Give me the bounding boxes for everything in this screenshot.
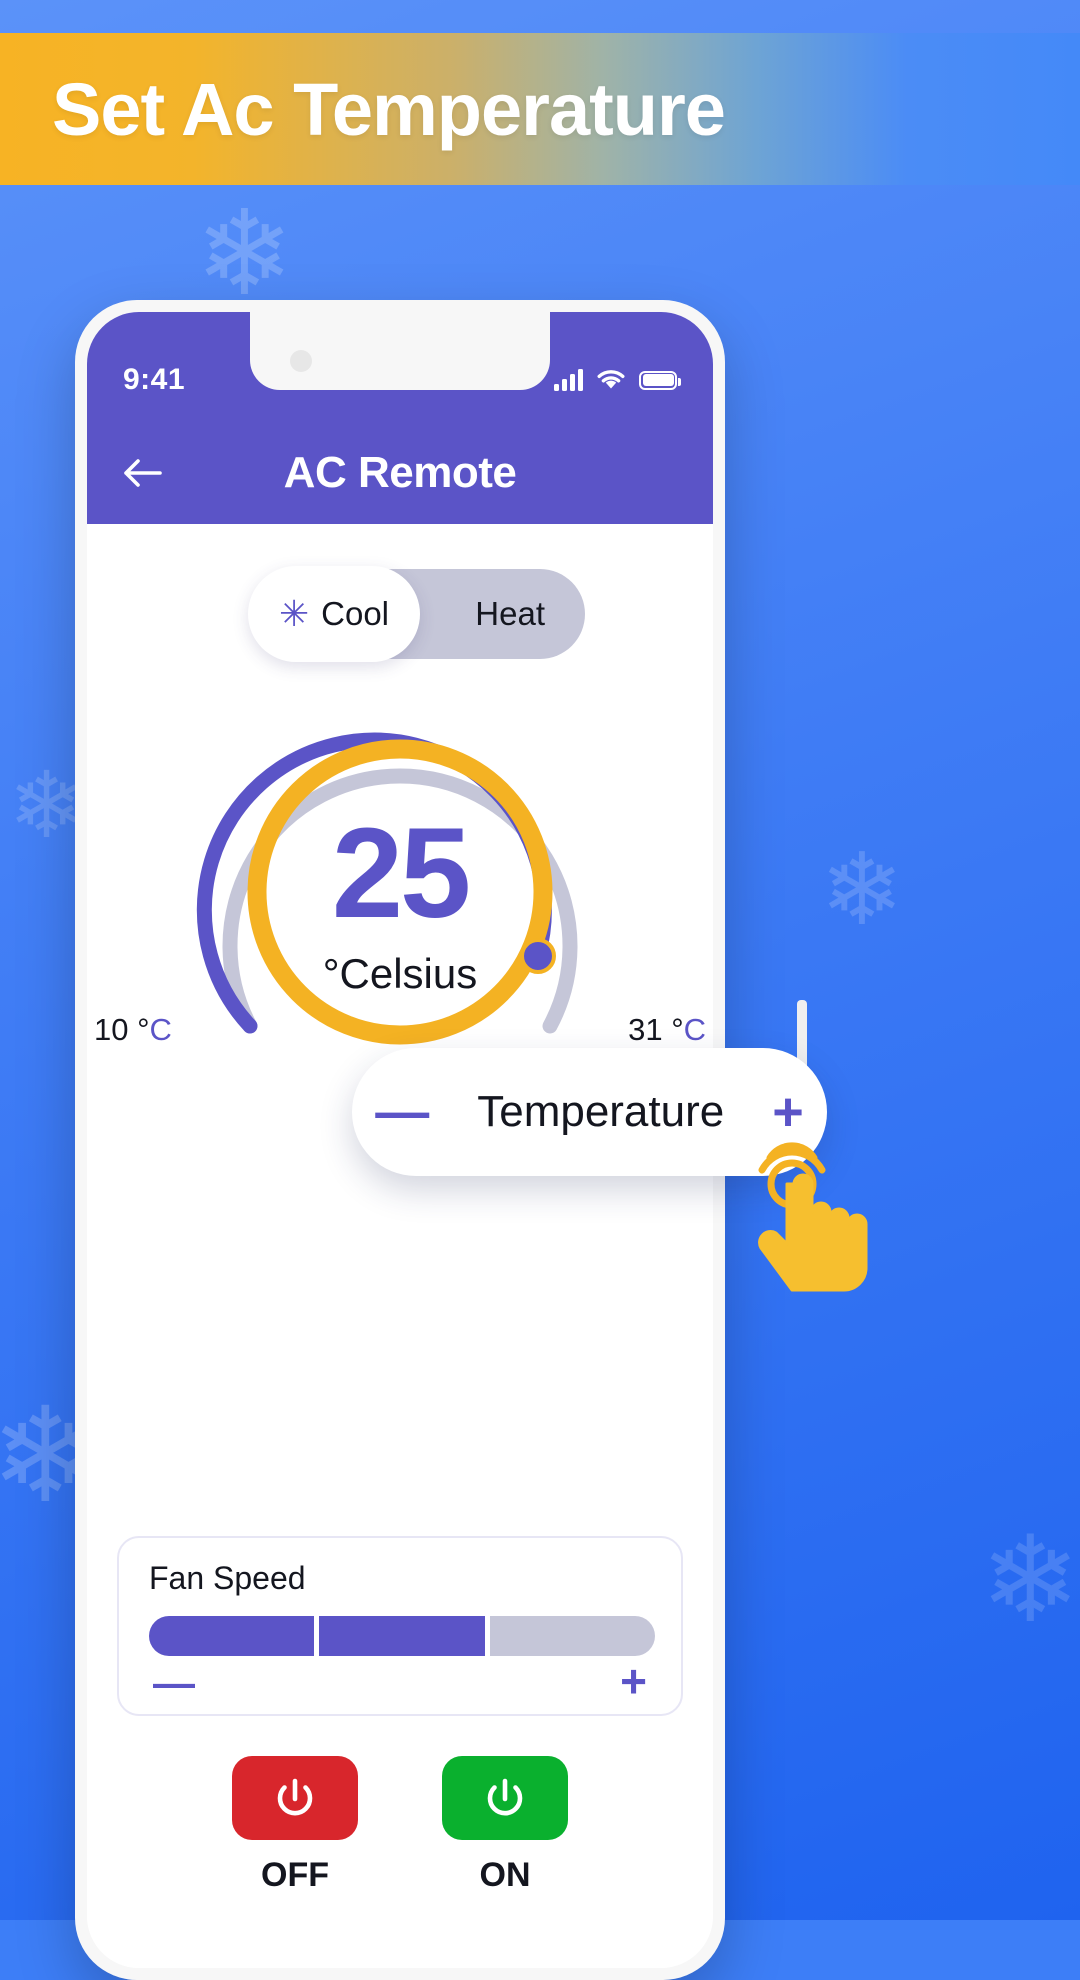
fan-speed-card: Fan Speed — + — [117, 1536, 683, 1716]
fan-speed-increase-button[interactable]: + — [620, 1658, 647, 1704]
phone-camera — [290, 350, 312, 372]
dial-min-label: 10 °C — [94, 1012, 172, 1048]
dial-min-value: 10 ° — [94, 1012, 150, 1047]
status-icons — [554, 369, 681, 391]
phone-notch — [250, 312, 550, 390]
power-on-button[interactable] — [442, 1756, 568, 1840]
power-icon — [487, 1778, 523, 1816]
status-clock: 9:41 — [123, 363, 186, 396]
power-icon — [277, 1778, 313, 1816]
banner-title: Set Ac Temperature — [52, 67, 726, 151]
dial-max-unit: C — [683, 1012, 706, 1047]
fan-speed-segment[interactable] — [319, 1616, 485, 1656]
temperature-decrease-button[interactable]: — — [375, 1085, 429, 1139]
fan-speed-segment[interactable] — [489, 1616, 655, 1656]
back-arrow-icon[interactable] — [115, 446, 169, 500]
signal-icon — [554, 369, 583, 391]
fan-speed-label: Fan Speed — [149, 1560, 306, 1596]
power-on-control: ON — [442, 1756, 568, 1895]
mode-cool-label: Cool — [321, 595, 390, 632]
mode-toggle[interactable]: ✳ Cool Heat — [248, 566, 585, 662]
dial-max-label: 31 °C — [628, 1012, 706, 1048]
page-title: AC Remote — [283, 448, 517, 497]
power-off-button[interactable] — [232, 1756, 358, 1840]
temperature-dial[interactable]: 25 °Celsius 10 °C 31 °C — [94, 682, 706, 1082]
snowflake-icon: ❄ — [8, 755, 86, 857]
snowflake-icon: ❄ — [980, 1513, 1080, 1647]
promo-banner: Set Ac Temperature — [0, 33, 1080, 185]
app-content: ✳ Cool Heat 25 °Celsius 10 °C 31 °C Fan … — [87, 524, 713, 1968]
dial-value: 25 — [331, 802, 471, 945]
hand-tap-icon — [740, 1140, 890, 1300]
fan-speed-slider[interactable] — [149, 1616, 655, 1656]
power-controls: OFF ON — [87, 1756, 713, 1895]
dial-max-value: 31 ° — [628, 1012, 684, 1047]
temperature-increase-button[interactable]: + — [772, 1085, 804, 1139]
fan-speed-decrease-button[interactable]: — — [153, 1662, 195, 1704]
snowflake-icon: ❄ — [820, 834, 904, 946]
battery-icon — [639, 370, 681, 390]
mode-toggle-heat[interactable]: Heat — [475, 595, 545, 633]
snowflake-icon: ❄ — [195, 188, 294, 320]
wifi-icon — [597, 370, 625, 389]
temperature-label: Temperature — [477, 1087, 725, 1136]
fan-speed-segment[interactable] — [149, 1616, 315, 1656]
dial-min-unit: C — [149, 1012, 172, 1047]
dial-unit-label: °Celsius — [322, 950, 478, 997]
power-on-label: ON — [479, 1856, 531, 1894]
power-off-label: OFF — [261, 1856, 329, 1894]
snowflake-icon: ✳ — [278, 593, 310, 634]
power-off-control: OFF — [232, 1756, 358, 1895]
mode-toggle-cool[interactable]: ✳ Cool — [248, 566, 420, 662]
app-title-bar: AC Remote — [87, 422, 713, 524]
